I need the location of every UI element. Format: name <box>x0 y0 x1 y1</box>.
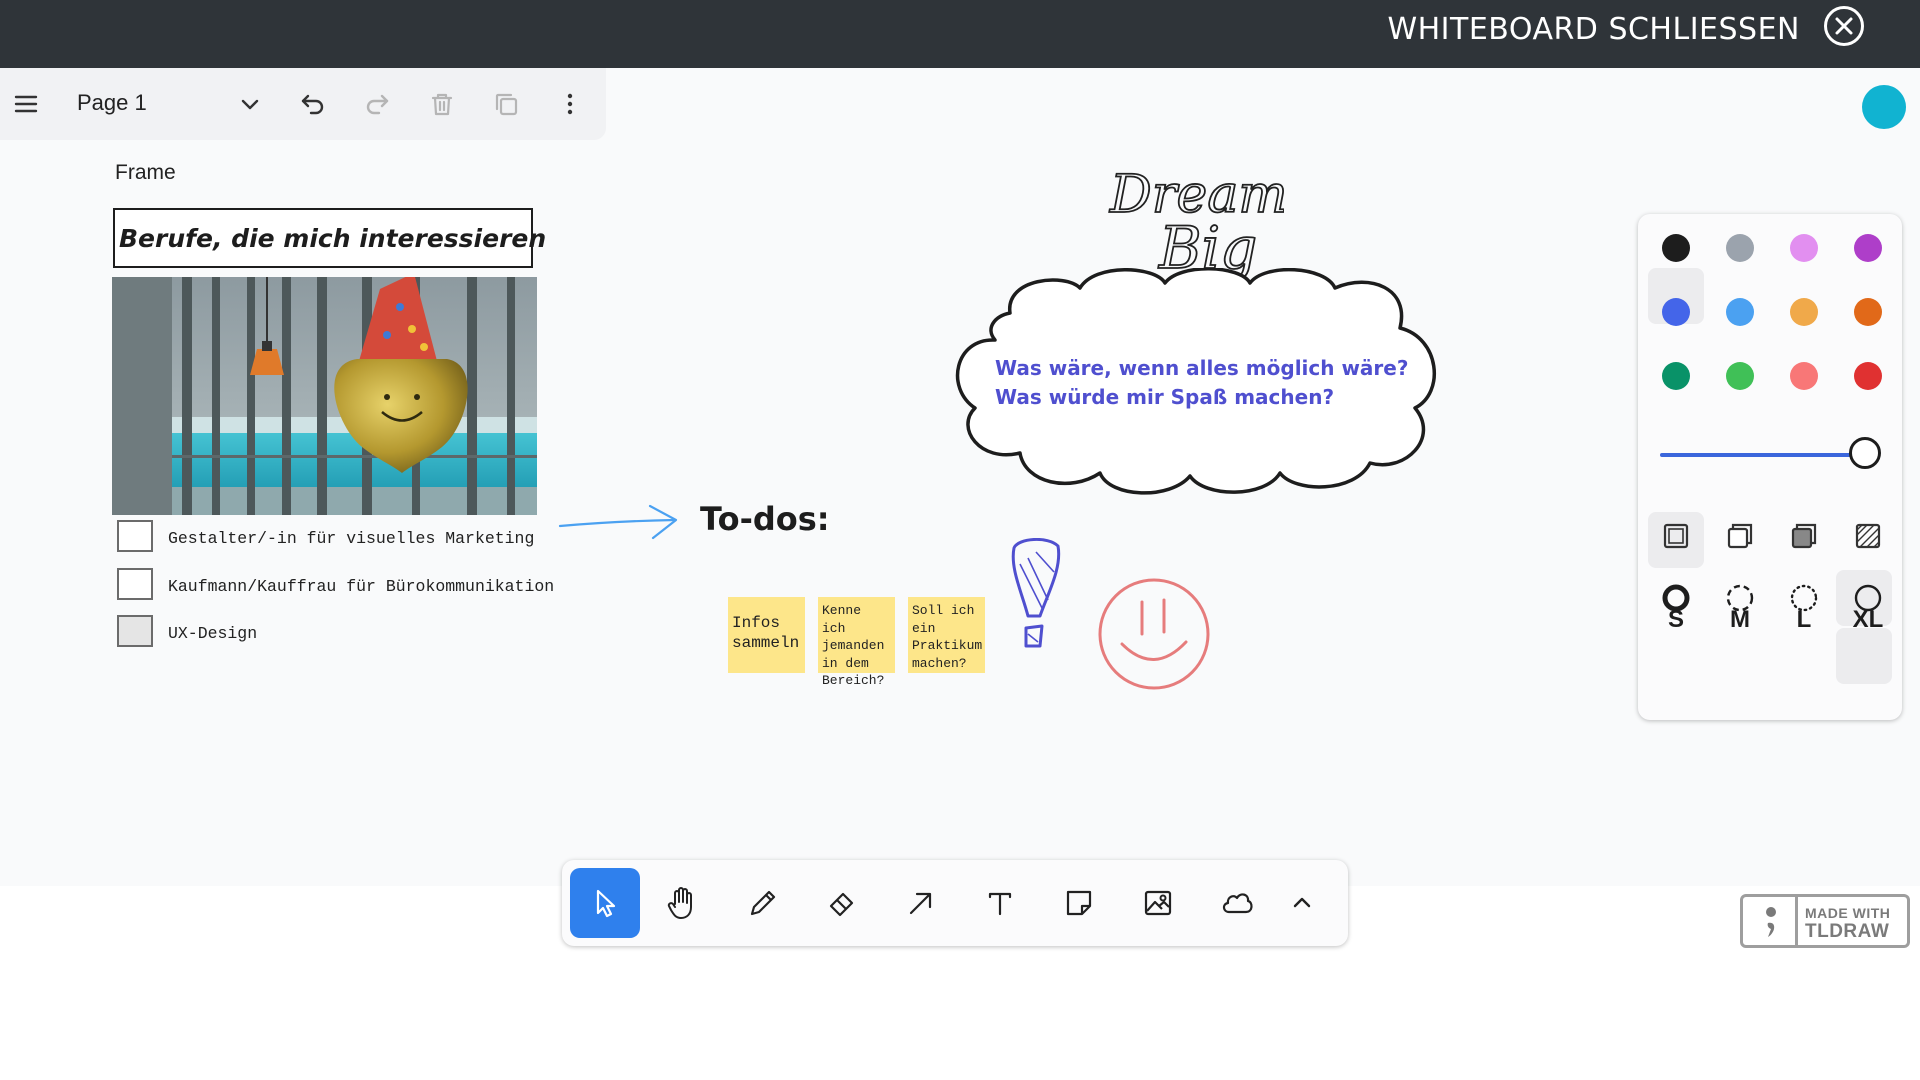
close-whiteboard-label[interactable]: WHITEBOARD SCHLIESSEN <box>1387 12 1800 47</box>
sticky-note[interactable]: Infos sammeln <box>728 597 805 673</box>
close-icon[interactable] <box>1824 6 1864 46</box>
badge-line-2: TLDRAW <box>1805 921 1890 942</box>
size-s-button[interactable]: S <box>1648 606 1704 634</box>
more-tools-button[interactable] <box>1267 868 1337 938</box>
user-avatar[interactable] <box>1862 85 1906 129</box>
image-tool[interactable] <box>1123 868 1193 938</box>
arrow-tool[interactable] <box>886 868 956 938</box>
note-tool[interactable] <box>1044 868 1114 938</box>
size-l-button[interactable]: L <box>1776 606 1832 634</box>
cloud-text: Was wäre, wenn alles möglich wäre? Was w… <box>995 354 1408 412</box>
checkbox-ux-design[interactable] <box>117 615 153 647</box>
badge-divider <box>1795 897 1798 945</box>
checkbox-label-buerokommunikation: Kaufmann/Kauffrau für Bürokommunikation <box>168 577 555 596</box>
checkbox-label-marketing: Gestalter/-in für visuelles Marketing <box>168 529 535 548</box>
opacity-slider-track[interactable] <box>1660 453 1874 457</box>
opacity-slider-handle[interactable] <box>1849 437 1881 469</box>
chevron-up-icon <box>1293 897 1311 908</box>
draw-tool[interactable] <box>728 868 798 938</box>
text-icon <box>988 892 1012 916</box>
cloud-text-line-2: Was würde mir Spaß machen? <box>995 385 1335 409</box>
hand-icon <box>667 887 692 919</box>
duplicate-icon[interactable] <box>492 90 520 118</box>
chevron-down-icon[interactable] <box>236 90 264 118</box>
color-swatch-light-blue[interactable] <box>1726 298 1754 326</box>
color-swatch-orange[interactable] <box>1854 298 1882 326</box>
size-xl-button[interactable]: XL <box>1840 606 1896 634</box>
more-options-icon[interactable] <box>556 90 584 118</box>
color-swatch-light-red[interactable] <box>1790 362 1818 390</box>
tool-toolbar <box>562 860 1348 946</box>
fill-semi-icon[interactable] <box>1726 522 1754 550</box>
connector-arrow[interactable] <box>558 502 680 542</box>
color-swatch-blue[interactable] <box>1662 298 1690 326</box>
size-m-button[interactable]: M <box>1712 606 1768 634</box>
sticky-note-icon <box>1066 890 1092 916</box>
checkbox-marketing[interactable] <box>117 520 153 552</box>
sticky-note-text: Soll ich ein Praktikum machen? <box>912 603 983 671</box>
page-menu-panel: Page 1 <box>0 68 606 140</box>
page-name[interactable]: Page 1 <box>77 90 147 116</box>
checkbox-buerokommunikation[interactable] <box>117 568 153 600</box>
eraser-tool[interactable] <box>807 868 877 938</box>
color-swatch-red[interactable] <box>1854 362 1882 390</box>
frame-title-box[interactable]: Berufe, die mich interessieren <box>113 208 546 268</box>
text-tool[interactable] <box>965 868 1035 938</box>
made-with-tldraw-badge[interactable]: MADE WITH TLDRAW <box>1740 894 1910 948</box>
color-swatch-black[interactable] <box>1662 234 1690 262</box>
cloud-tool[interactable] <box>1202 868 1272 938</box>
sticky-note-text: Infos sammeln <box>732 614 800 652</box>
sticky-note[interactable]: Soll ich ein Praktikum machen? <box>908 597 985 673</box>
color-swatch-green[interactable] <box>1662 362 1690 390</box>
color-swatch-light-green[interactable] <box>1726 362 1754 390</box>
badge-line-1: MADE WITH <box>1805 905 1891 921</box>
checkbox-label-ux-design: UX-Design <box>168 624 258 643</box>
color-swatch-grey[interactable] <box>1726 234 1754 262</box>
cloud-text-line-1: Was wäre, wenn alles möglich wäre? <box>995 356 1409 380</box>
eraser-icon <box>829 892 854 917</box>
frame-label[interactable]: Frame <box>115 161 176 185</box>
color-swatch-light-violet[interactable] <box>1790 234 1818 262</box>
selected-size-highlight <box>1836 628 1892 684</box>
redo-icon[interactable] <box>363 90 391 118</box>
dream-big-drawing[interactable]: Dream Big <box>1104 152 1284 282</box>
color-swatch-violet[interactable] <box>1854 234 1882 262</box>
arrow-icon <box>909 892 932 915</box>
hamburger-menu-icon[interactable] <box>12 90 40 118</box>
frame-title: Berufe, die mich interessieren <box>119 224 547 253</box>
fill-none-icon[interactable] <box>1662 522 1690 550</box>
undo-icon[interactable] <box>299 90 327 118</box>
whiteboard-canvas[interactable]: Page 1 Frame Berufe, die mich interessie… <box>0 68 1920 948</box>
select-tool[interactable] <box>570 868 640 938</box>
fill-pattern-icon[interactable] <box>1854 522 1882 550</box>
smiley-drawing[interactable] <box>1096 576 1212 692</box>
exclamation-drawing[interactable] <box>1008 538 1064 668</box>
color-swatch-yellow[interactable] <box>1790 298 1818 326</box>
todos-heading[interactable]: To-dos: <box>700 500 830 538</box>
cursor-icon <box>596 889 616 918</box>
image-icon <box>1144 890 1172 916</box>
sticky-note-text: Kenne ich jemanden in dem Bereich? <box>822 603 885 688</box>
pencil-icon <box>750 890 776 916</box>
fill-solid-icon[interactable] <box>1790 522 1818 550</box>
trash-icon[interactable] <box>428 90 456 118</box>
cloud-icon <box>1222 893 1253 914</box>
balloon-photo[interactable] <box>112 277 537 515</box>
tldraw-logo-icon <box>1766 907 1776 937</box>
top-bar: WHITEBOARD SCHLIESSEN <box>0 0 1920 68</box>
sticky-note[interactable]: Kenne ich jemanden in dem Bereich? <box>818 597 895 688</box>
hand-tool[interactable] <box>649 868 719 938</box>
